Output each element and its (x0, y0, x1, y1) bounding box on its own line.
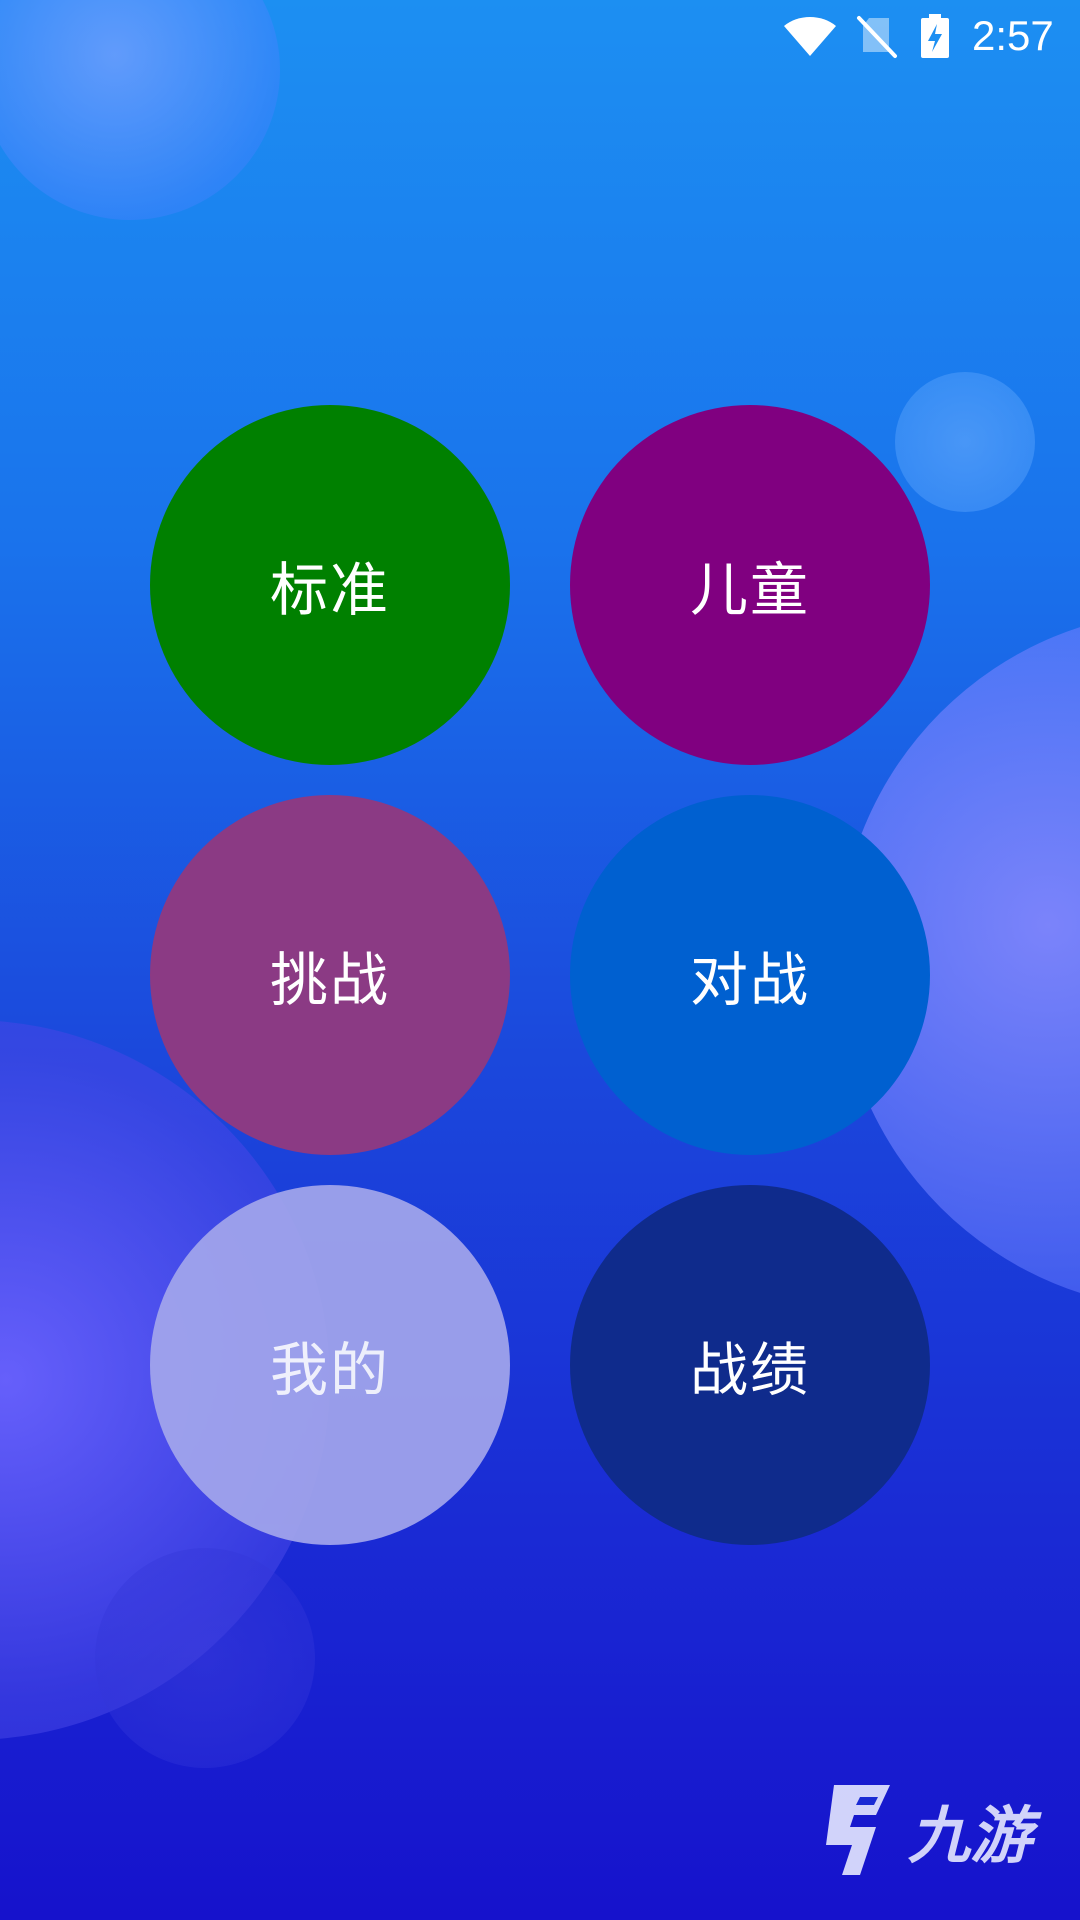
challenge-mode-label: 挑战 (269, 946, 390, 1014)
jiuyou-logo-icon (826, 1785, 890, 1875)
battle-mode-label: 对战 (689, 946, 810, 1014)
app-screen: 2:57 标准 儿童 挑战 对战 我的 战绩 九游 (0, 0, 1080, 1920)
records-button[interactable]: 战绩 (570, 1185, 930, 1545)
challenge-mode-button[interactable]: 挑战 (150, 795, 510, 1155)
my-profile-button[interactable]: 我的 (150, 1185, 510, 1545)
battery-charging-icon (921, 14, 949, 58)
decorative-bubble (895, 372, 1035, 512)
status-bar: 2:57 (0, 0, 1080, 72)
jiuyou-watermark: 九游 (826, 1785, 1042, 1875)
standard-mode-label: 标准 (269, 556, 390, 624)
battle-mode-button[interactable]: 对战 (570, 795, 930, 1155)
watermark-text: 九游 (908, 1799, 1042, 1872)
my-profile-label: 我的 (269, 1336, 390, 1404)
standard-mode-button[interactable]: 标准 (150, 405, 510, 765)
wifi-icon (784, 17, 836, 56)
status-clock: 2:57 (972, 12, 1054, 59)
no-sim-icon (857, 16, 897, 58)
records-label: 战绩 (689, 1336, 810, 1404)
children-mode-label: 儿童 (689, 556, 810, 624)
children-mode-button[interactable]: 儿童 (570, 405, 930, 765)
decorative-bubble (95, 1548, 315, 1768)
